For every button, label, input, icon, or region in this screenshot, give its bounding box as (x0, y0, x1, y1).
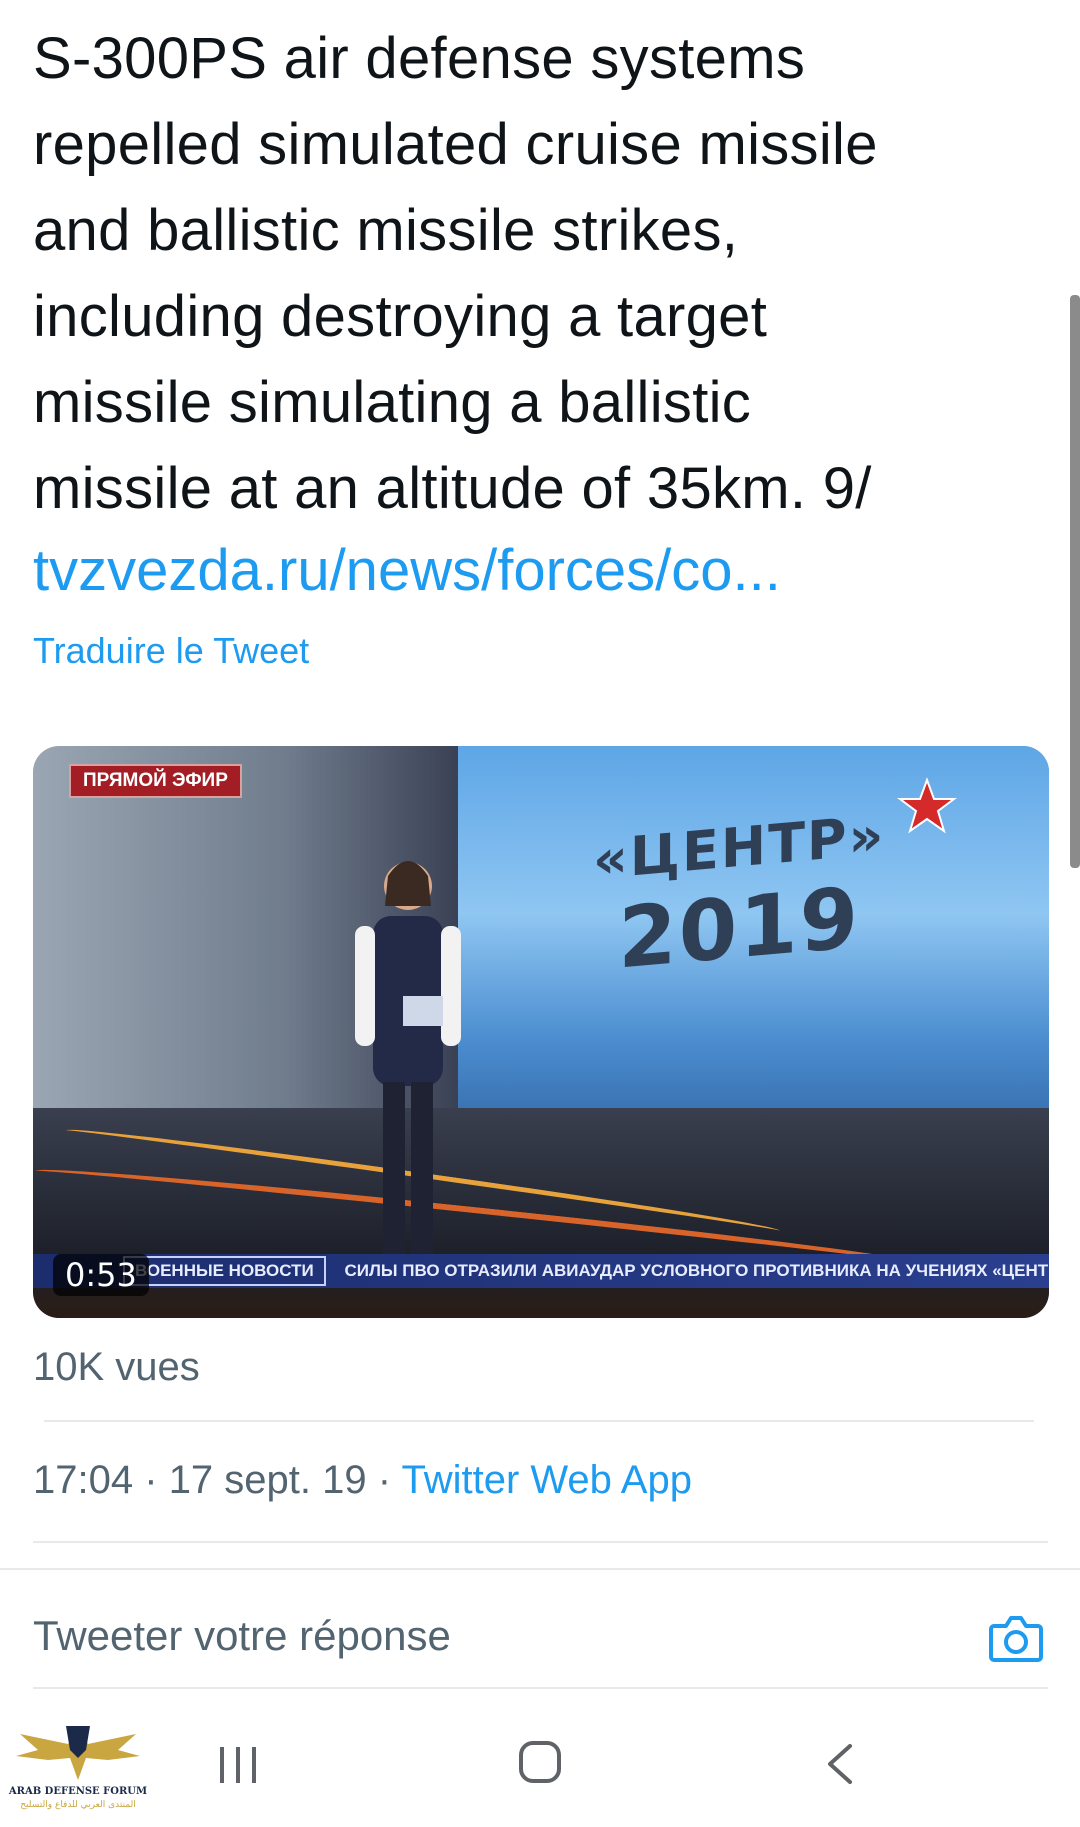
view-count: 10K vues (33, 1345, 200, 1389)
divider (33, 1541, 1048, 1543)
meta-separator: · (377, 1458, 392, 1502)
tweet-line: S-300PS air defense systems (33, 26, 806, 91)
star-logo-icon (897, 777, 957, 834)
eagle-emblem-icon (16, 1726, 140, 1780)
translate-tweet-link[interactable]: Traduire le Tweet (33, 630, 309, 672)
android-nav-bar (0, 1690, 1080, 1827)
screen-title: «ЦЕНТР» 2019 (593, 803, 885, 990)
tweet-date: 17 sept. 19 (168, 1458, 367, 1502)
scrollbar[interactable] (1070, 295, 1080, 868)
tweet-line: repelled simulated cruise missile (33, 112, 878, 177)
tweet-line: including destroying a target (33, 284, 768, 349)
ticker-text: СИЛЫ ПВО ОТРАЗИЛИ АВИАУДАР УСЛОВНОГО ПРО… (344, 1261, 1049, 1280)
reply-input[interactable]: Tweeter votre réponse (33, 1612, 451, 1660)
back-icon[interactable] (820, 1742, 860, 1786)
home-icon[interactable] (518, 1740, 562, 1784)
divider (44, 1420, 1034, 1422)
camera-icon[interactable] (988, 1612, 1044, 1664)
tweet-line: missile at an altitude of 35km. 9/ (33, 456, 872, 521)
video-duration: 0:53 (53, 1254, 149, 1296)
divider (0, 1568, 1080, 1570)
news-ticker: ВОЕННЫЕ НОВОСТИ СИЛЫ ПВО ОТРАЗИЛИ АВИАУД… (33, 1254, 1049, 1288)
tweet-line: missile simulating a ballistic (33, 370, 752, 435)
forum-watermark-logo: ARAB DEFENSE FORUM المنتدى العربي للدفاع… (8, 1720, 148, 1825)
watermark-subtitle: المنتدى العربي للدفاع والتسليح (20, 1800, 136, 1810)
video-player[interactable]: «ЦЕНТР» 2019 ПРЯМОЙ ЭФИР ВОЕННЫЕ НОВОСТИ… (33, 746, 1049, 1318)
meta-separator: · (144, 1458, 158, 1502)
tweet-metadata: 17:04 · 17 sept. 19 · Twitter Web App (33, 1458, 692, 1503)
ticker-tag: ВОЕННЫЕ НОВОСТИ (123, 1256, 326, 1286)
tweet-time: 17:04 (33, 1458, 134, 1502)
recent-apps-icon[interactable] (218, 1745, 258, 1785)
live-badge: ПРЯМОЙ ЭФИР (69, 764, 242, 798)
source-app-link[interactable]: Twitter Web App (401, 1458, 692, 1502)
tweet-link[interactable]: tvzvezda.ru/news/forces/co... (33, 528, 781, 614)
divider (33, 1687, 1048, 1689)
presenter-figure (355, 861, 461, 1272)
watermark-title: ARAB DEFENSE FORUM (8, 1786, 148, 1797)
tweet-line: and ballistic missile strikes, (33, 198, 739, 263)
